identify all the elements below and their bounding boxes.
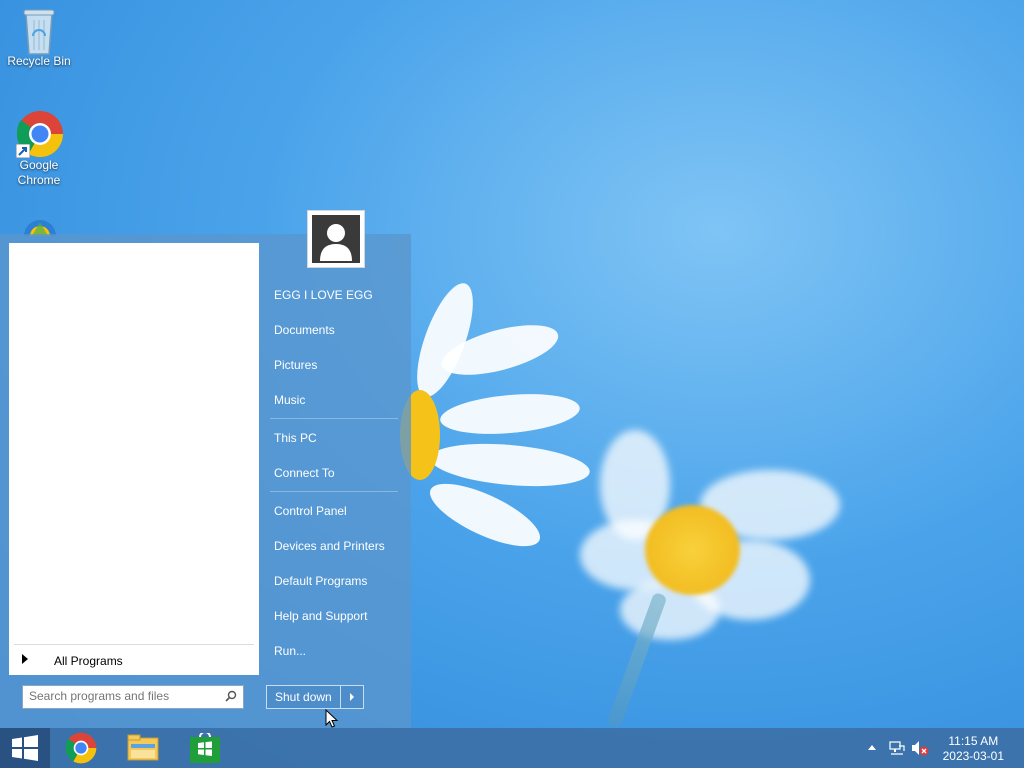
file-explorer-icon: [127, 734, 159, 761]
chrome-icon: [65, 732, 97, 764]
shutdown-button[interactable]: Shut down: [267, 686, 341, 708]
start-item-connect-to[interactable]: Connect To: [274, 466, 335, 480]
shutdown-button-group: Shut down: [266, 685, 364, 709]
start-item-control-panel[interactable]: Control Panel: [274, 504, 347, 518]
start-button[interactable]: [0, 728, 50, 768]
user-icon: [312, 215, 360, 263]
user-avatar[interactable]: [307, 210, 365, 268]
mouse-cursor-icon: [325, 709, 339, 728]
taskbar-file-explorer-button[interactable]: [120, 728, 166, 768]
search-icon: [225, 690, 237, 702]
divider: [270, 491, 398, 492]
start-item-this-pc[interactable]: This PC: [274, 431, 317, 445]
recycle-bin-icon: [16, 6, 62, 55]
search-input[interactable]: [23, 686, 219, 706]
desktop-icon-label: Google Chrome: [17, 158, 61, 187]
start-item-documents[interactable]: Documents: [274, 323, 335, 337]
shutdown-options-arrow-icon[interactable]: [341, 686, 363, 708]
triangle-right-icon: [22, 654, 28, 664]
programs-pane: All Programs: [9, 243, 259, 675]
start-item-user-folder[interactable]: EGG I LOVE EGG: [274, 288, 373, 302]
show-hidden-icons-chevron-up-icon[interactable]: [868, 744, 876, 750]
start-item-run[interactable]: Run...: [274, 644, 306, 658]
windows-start-icon: [12, 735, 38, 761]
desktop-icon-google-chrome[interactable]: Google Chrome: [4, 110, 74, 188]
taskbar-chrome-button[interactable]: [58, 728, 104, 768]
all-programs-label: All Programs: [54, 654, 123, 668]
search-box[interactable]: [22, 685, 244, 709]
network-icon[interactable]: [889, 740, 905, 756]
start-item-pictures[interactable]: Pictures: [274, 358, 317, 372]
taskbar: 11:15 AM 2023-03-01: [0, 728, 1024, 768]
divider: [270, 418, 398, 419]
start-item-default-programs[interactable]: Default Programs: [274, 574, 367, 588]
start-item-devices-printers[interactable]: Devices and Printers: [274, 539, 385, 553]
start-item-music[interactable]: Music: [274, 393, 305, 407]
start-item-help-support[interactable]: Help and Support: [274, 609, 367, 623]
clock[interactable]: 11:15 AM 2023-03-01: [943, 734, 1004, 764]
clock-date: 2023-03-01: [942, 749, 1004, 763]
start-menu: All Programs EGG I LOVE EGG Documents Pi…: [0, 234, 411, 728]
shortcut-arrow-icon: [16, 144, 30, 158]
clock-time: 11:15 AM: [948, 734, 999, 748]
volume-muted-icon[interactable]: [911, 740, 929, 756]
store-icon: [190, 733, 220, 763]
desktop-icon-recycle-bin[interactable]: Recycle Bin: [4, 6, 74, 69]
chrome-icon: [16, 110, 64, 158]
taskbar-store-button[interactable]: [182, 728, 228, 768]
all-programs-button[interactable]: All Programs: [14, 644, 254, 675]
